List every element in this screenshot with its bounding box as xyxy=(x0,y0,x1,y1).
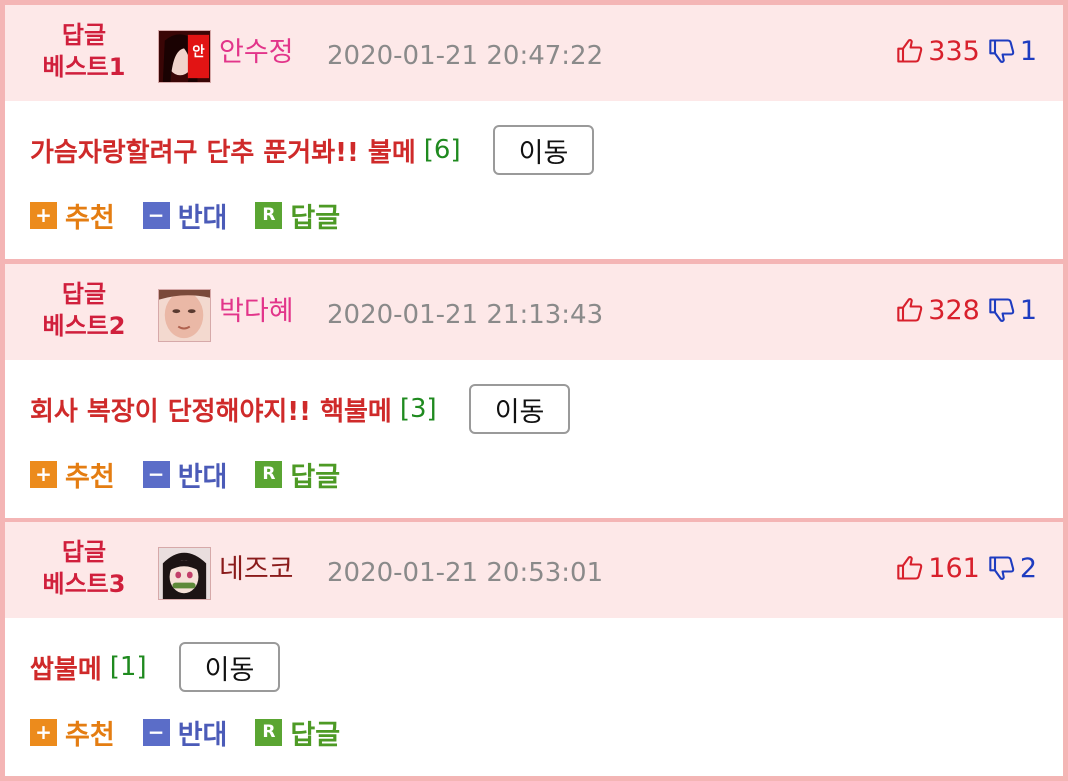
vote-counts: 161 2 xyxy=(896,550,1037,586)
best-rank-label: 답글 베스트2 xyxy=(29,278,139,342)
avatar-anime-icon[interactable] xyxy=(158,547,211,600)
reply-title-row: 회사 복장이 단정해야지!! 핵불메 [3] 이동 xyxy=(30,384,571,434)
minus-icon: − xyxy=(142,460,170,488)
thumbs-up-icon[interactable] xyxy=(896,296,924,324)
username[interactable]: 박다혜 xyxy=(219,294,294,330)
recommend-button[interactable]: + 추천 xyxy=(30,455,115,494)
reply-button[interactable]: R 답글 xyxy=(255,713,340,752)
reply-title[interactable]: 쌉불메 xyxy=(30,649,102,686)
move-button[interactable]: 이동 xyxy=(178,642,281,692)
reply-title[interactable]: 회사 복장이 단정해야지!! 핵불메 xyxy=(30,391,392,428)
recommend-button[interactable]: + 추천 xyxy=(30,713,115,752)
upvote-count: 328 xyxy=(928,294,980,326)
thumbs-up-icon[interactable] xyxy=(896,554,924,582)
reply-button[interactable]: R 답글 xyxy=(255,196,340,235)
downvote-count: 2 xyxy=(1019,552,1037,584)
reply-label: 답글 xyxy=(290,202,341,234)
reply-comment-count: [6] xyxy=(423,135,461,165)
reply-title-row: 쌉불메 [1] 이동 xyxy=(30,642,281,692)
recommend-label: 추천 xyxy=(65,202,115,234)
best-reply-card: 답글 베스트2 박다혜 2020-01-21 21:13:43 328 1 회사… xyxy=(5,264,1063,518)
reply-title-row: 가슴자랑할려구 단추 푼거봐!! 불메 [6] 이동 xyxy=(30,125,595,175)
svg-text:안: 안 xyxy=(192,43,205,60)
reply-comment-count: [3] xyxy=(399,394,437,424)
downvote-count: 1 xyxy=(1019,294,1037,326)
oppose-button[interactable]: − 반대 xyxy=(142,196,228,235)
avatar-face-icon[interactable] xyxy=(158,289,211,342)
post-date: 2020-01-21 20:53:01 xyxy=(327,558,604,588)
best-reply-card: 답글 베스트1 안 안수정 2020-01-21 20:47:22 335 1 … xyxy=(5,5,1063,259)
thumbs-down-icon[interactable] xyxy=(988,37,1016,65)
oppose-label: 반대 xyxy=(177,202,228,234)
username[interactable]: 네즈코 xyxy=(219,552,294,588)
reply-header: 답글 베스트3 네즈코 2020-01-21 20:53:01 161 2 xyxy=(5,522,1063,618)
reply-icon: R xyxy=(255,718,283,746)
reply-comment-count: [1] xyxy=(109,652,147,682)
thumbs-up-icon[interactable] xyxy=(896,37,924,65)
username[interactable]: 안수정 xyxy=(219,35,294,71)
move-button[interactable]: 이동 xyxy=(492,125,595,175)
rank-line1: 답글 xyxy=(61,280,107,308)
reply-label: 답글 xyxy=(290,461,341,493)
rank-line1: 답글 xyxy=(61,538,107,566)
best-rank-label: 답글 베스트1 xyxy=(29,19,139,83)
reply-button[interactable]: R 답글 xyxy=(255,455,340,494)
reply-header: 답글 베스트1 안 안수정 2020-01-21 20:47:22 335 1 xyxy=(5,5,1063,101)
vote-counts: 328 1 xyxy=(896,292,1037,328)
best-replies-panel: 답글 베스트1 안 안수정 2020-01-21 20:47:22 335 1 … xyxy=(0,0,1068,781)
plus-icon: + xyxy=(30,718,57,746)
vote-counts: 335 1 xyxy=(896,33,1037,69)
post-date: 2020-01-21 20:47:22 xyxy=(327,41,604,71)
recommend-label: 추천 xyxy=(65,461,115,493)
rank-line2: 베스트3 xyxy=(42,570,126,598)
rank-line1: 답글 xyxy=(61,21,107,49)
best-rank-label: 답글 베스트3 xyxy=(29,536,139,600)
reply-title[interactable]: 가슴자랑할려구 단추 푼거봐!! 불메 xyxy=(30,132,416,169)
reply-header: 답글 베스트2 박다혜 2020-01-21 21:13:43 328 1 xyxy=(5,264,1063,360)
move-button[interactable]: 이동 xyxy=(468,384,571,434)
thumbs-down-icon[interactable] xyxy=(988,554,1016,582)
plus-icon: + xyxy=(30,460,57,488)
rank-line2: 베스트2 xyxy=(42,312,126,340)
recommend-button[interactable]: + 추천 xyxy=(30,196,115,235)
plus-icon: + xyxy=(30,201,57,229)
minus-icon: − xyxy=(142,201,170,229)
reply-actions: + 추천 − 반대 R 답글 xyxy=(30,712,368,752)
oppose-button[interactable]: − 반대 xyxy=(142,455,228,494)
recommend-label: 추천 xyxy=(65,719,115,751)
reply-icon: R xyxy=(255,201,283,229)
best-reply-card: 답글 베스트3 네즈코 2020-01-21 20:53:01 161 2 쌉불… xyxy=(5,522,1063,776)
oppose-button[interactable]: − 반대 xyxy=(142,713,228,752)
downvote-count: 1 xyxy=(1019,35,1037,67)
avatar-red-icon[interactable]: 안 xyxy=(158,30,211,83)
upvote-count: 161 xyxy=(928,552,980,584)
oppose-label: 반대 xyxy=(177,461,228,493)
reply-actions: + 추천 − 반대 R 답글 xyxy=(30,195,368,235)
upvote-count: 335 xyxy=(928,35,980,67)
reply-icon: R xyxy=(255,460,283,488)
thumbs-down-icon[interactable] xyxy=(988,296,1016,324)
reply-label: 답글 xyxy=(290,719,341,751)
minus-icon: − xyxy=(142,718,170,746)
post-date: 2020-01-21 21:13:43 xyxy=(327,300,604,330)
oppose-label: 반대 xyxy=(177,719,228,751)
rank-line2: 베스트1 xyxy=(42,53,126,81)
reply-actions: + 추천 − 반대 R 답글 xyxy=(30,454,368,494)
